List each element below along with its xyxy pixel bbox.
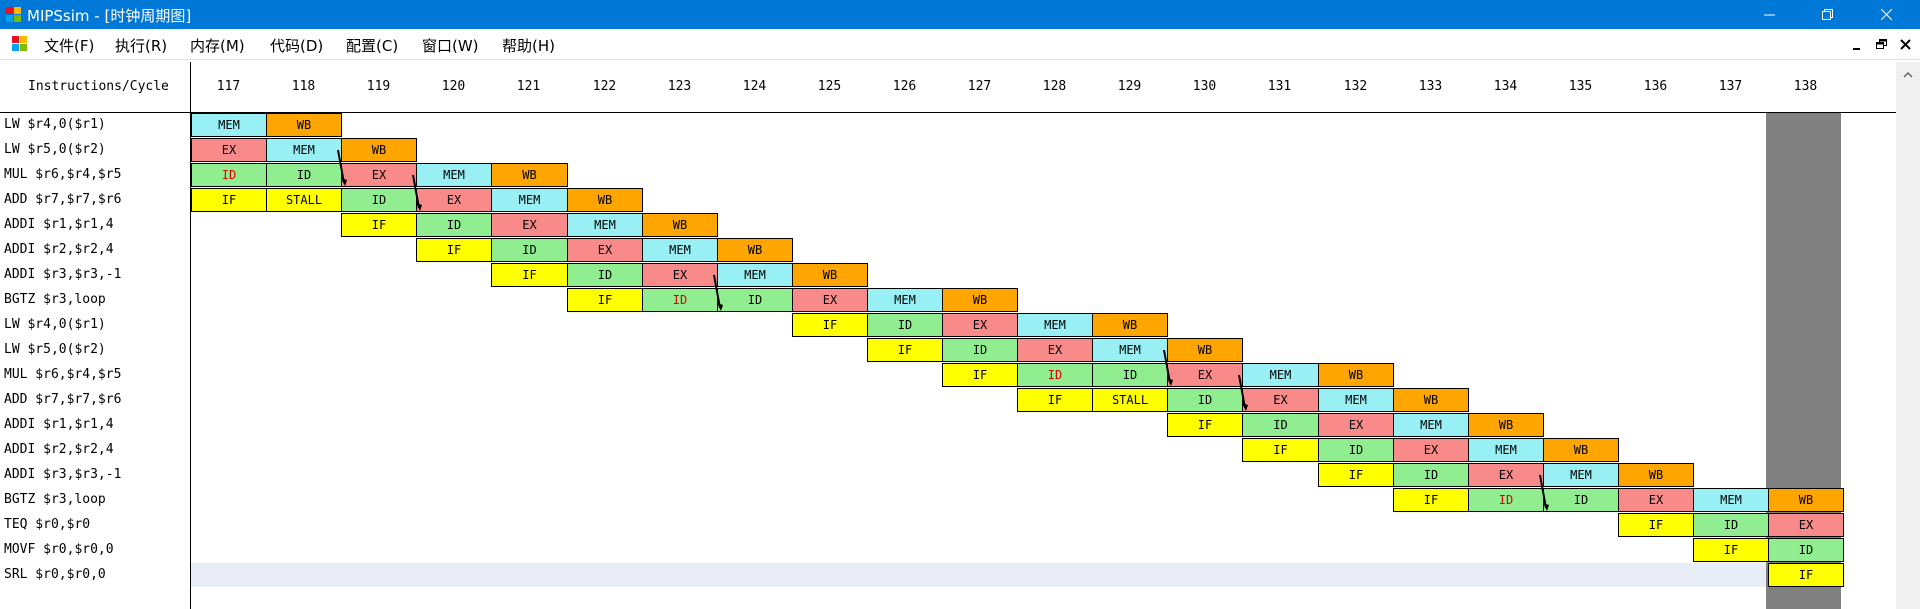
forwarding-arrow (1539, 474, 1547, 509)
forwarding-arrow (412, 174, 420, 209)
arrow-head (341, 178, 347, 186)
arrow-head (1167, 378, 1173, 386)
forwarding-arrow (1238, 374, 1246, 409)
forwarding-arrow (337, 149, 345, 184)
forwarding-arrow (1163, 349, 1171, 384)
arrow-head (416, 203, 422, 211)
arrow-head (717, 303, 723, 311)
arrow-head (1242, 403, 1248, 411)
forwarding-arrows (337, 149, 1549, 511)
forwarding-arrow (713, 274, 721, 309)
arrow-head (1543, 503, 1549, 511)
